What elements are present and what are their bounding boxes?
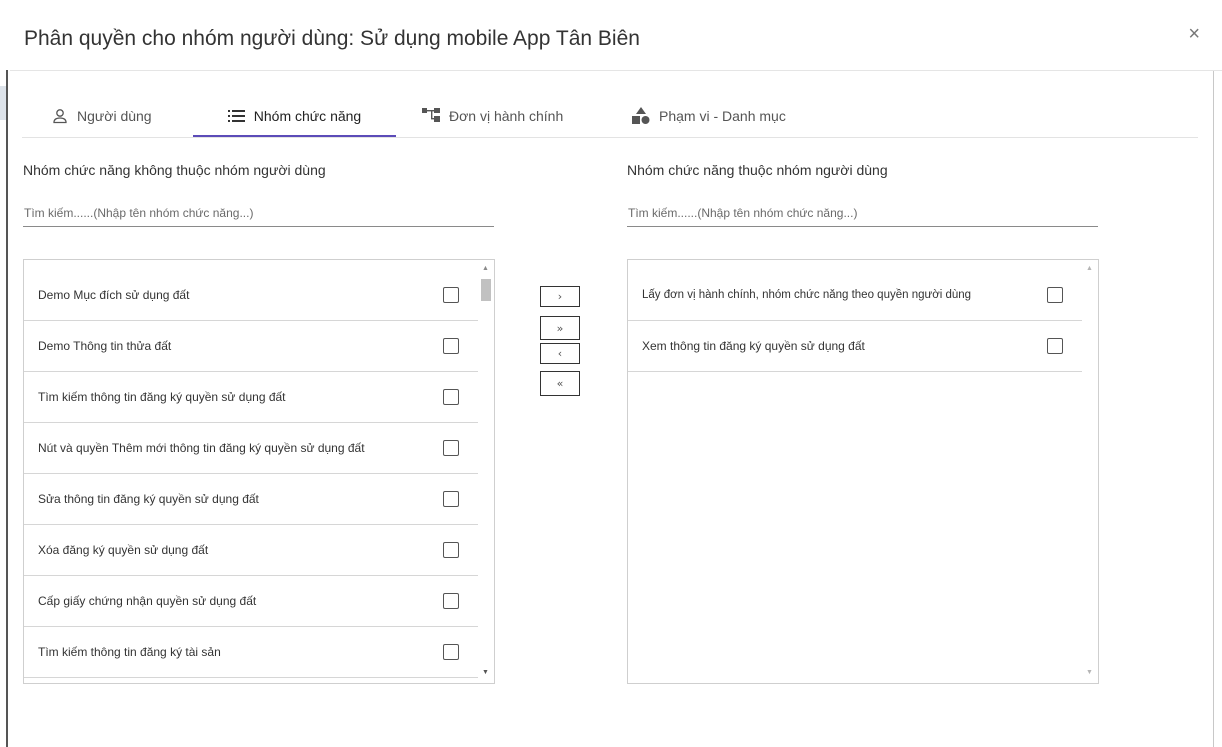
tab-label: Người dùng [77, 107, 152, 124]
list-item[interactable]: Cấp giấy chứng nhận quyền sử dụng đất [24, 576, 478, 627]
list-item[interactable]: Xóa đăng ký quyền sử dụng đất [24, 525, 478, 576]
item-checkbox[interactable] [443, 593, 459, 609]
left-list: Demo Mục đích sử dụng đất Demo Thông tin… [23, 259, 495, 684]
hierarchy-icon [422, 108, 440, 122]
right-scrollbar[interactable]: ▲ ▼ [1083, 260, 1097, 683]
background-border [6, 70, 8, 747]
item-checkbox[interactable] [443, 491, 459, 507]
list-item-label: Lấy đơn vị hành chính, nhóm chức năng th… [642, 289, 972, 301]
list-item-label: Demo Mục đích sử dụng đất [38, 288, 190, 302]
tab-pham-vi-danh-muc[interactable]: Phạm vi - Danh mục [632, 96, 852, 135]
scroll-up-icon[interactable]: ▲ [482, 265, 489, 273]
right-panel-title: Nhóm chức năng thuộc nhóm người dùng [627, 162, 888, 178]
item-checkbox[interactable] [443, 389, 459, 405]
background-window-edge-right [1213, 70, 1222, 747]
list-item[interactable]: Demo Thông tin thửa đất [24, 321, 478, 372]
right-search-input[interactable] [627, 200, 1098, 227]
scroll-down-icon[interactable]: ▼ [1086, 669, 1093, 677]
user-icon [53, 108, 67, 123]
list-item-label: Xem thông tin đăng ký quyền sử dụng đất [642, 339, 865, 353]
item-checkbox[interactable] [1047, 287, 1063, 303]
tab-label: Nhóm chức năng [253, 107, 362, 124]
list-icon [227, 109, 245, 122]
move-all-right-button[interactable]: » [540, 316, 580, 340]
item-checkbox[interactable] [443, 338, 459, 354]
move-all-left-button[interactable]: « [540, 371, 580, 396]
tab-nguoi-dung[interactable]: Người dùng [52, 96, 192, 135]
item-checkbox[interactable] [1047, 338, 1063, 354]
list-item[interactable]: Tìm kiếm thông tin đăng ký tài sản [24, 627, 478, 678]
scrollbar-thumb[interactable] [481, 279, 491, 301]
tab-nhom-chuc-nang[interactable]: Nhóm chức năng [193, 96, 396, 137]
move-right-button[interactable]: › [540, 286, 580, 307]
shapes-icon [632, 106, 650, 124]
list-item[interactable]: Sửa thông tin đăng ký quyền sử dụng đất [24, 474, 478, 525]
modal-title: Phân quyền cho nhóm người dùng: Sử dụng … [24, 27, 640, 50]
tab-don-vi-hanh-chinh[interactable]: Đơn vị hành chính [422, 96, 622, 135]
scroll-down-icon[interactable]: ▼ [482, 669, 489, 677]
tab-label: Phạm vi - Danh mục [659, 107, 786, 124]
list-item-label: Xóa đăng ký quyền sử dụng đất [38, 543, 209, 557]
right-list: Lấy đơn vị hành chính, nhóm chức năng th… [627, 259, 1099, 684]
list-item-label: Cấp giấy chứng nhận quyền sử dụng đất [38, 594, 257, 608]
left-panel-title: Nhóm chức năng không thuộc nhóm người dù… [23, 162, 326, 178]
scroll-up-icon[interactable]: ▲ [1086, 265, 1093, 273]
background-window-edge [0, 0, 9, 747]
list-item[interactable]: Xem thông tin đăng ký quyền sử dụng đất [628, 321, 1082, 372]
move-left-button[interactable]: ‹ [540, 343, 580, 364]
item-checkbox[interactable] [443, 440, 459, 456]
list-item-label: Sửa thông tin đăng ký quyền sử dụng đất [38, 492, 259, 506]
list-item-label: Nút và quyền Thêm mới thông tin đăng ký … [38, 441, 365, 455]
item-checkbox[interactable] [443, 644, 459, 660]
item-checkbox[interactable] [443, 287, 459, 303]
list-item-label: Tìm kiếm thông tin đăng ký quyền sử dụng… [38, 390, 286, 404]
left-scrollbar[interactable]: ▲ ▼ [479, 260, 493, 683]
tab-bar: Người dùng Nhóm chức năng Đơn vị hành ch… [22, 96, 1198, 138]
left-search-input[interactable] [23, 200, 494, 227]
list-item[interactable]: Nút và quyền Thêm mới thông tin đăng ký … [24, 423, 478, 474]
tab-label: Đơn vị hành chính [449, 107, 564, 124]
list-item-label: Tìm kiếm thông tin đăng ký tài sản [38, 645, 221, 659]
list-item[interactable]: Demo Mục đích sử dụng đất [24, 270, 478, 321]
list-item[interactable]: Tìm kiếm thông tin đăng ký quyền sử dụng… [24, 372, 478, 423]
item-checkbox[interactable] [443, 542, 459, 558]
list-item-label: Demo Thông tin thửa đất [38, 339, 172, 353]
close-icon[interactable]: × [1188, 22, 1200, 46]
modal-header: Phân quyền cho nhóm người dùng: Sử dụng … [10, 0, 1222, 71]
list-item[interactable]: Lấy đơn vị hành chính, nhóm chức năng th… [628, 270, 1082, 321]
